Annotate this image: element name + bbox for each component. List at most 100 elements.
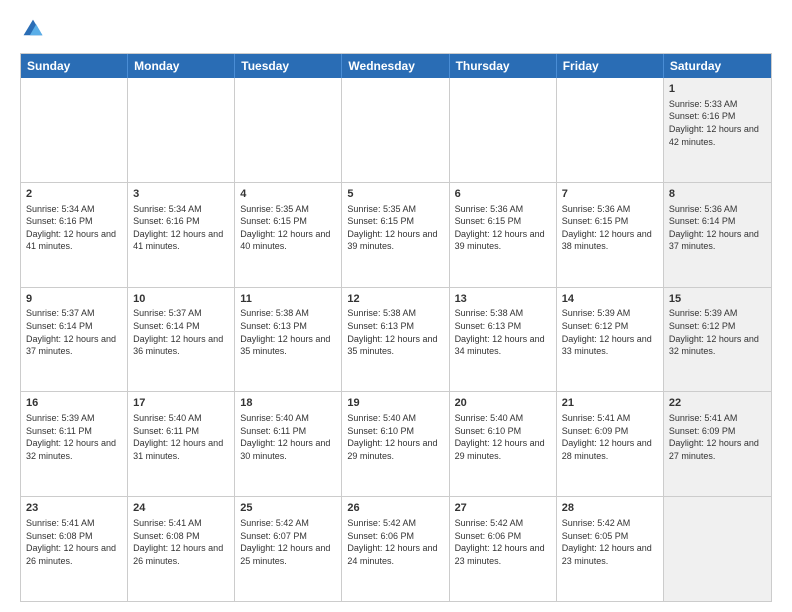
day-number: 9 — [26, 292, 122, 307]
day-number: 14 — [562, 292, 658, 307]
day-number: 15 — [669, 292, 766, 307]
header-day-thursday: Thursday — [450, 54, 557, 78]
header-day-wednesday: Wednesday — [342, 54, 449, 78]
day-info: Sunrise: 5:41 AM Sunset: 6:08 PM Dayligh… — [133, 517, 229, 567]
day-number: 28 — [562, 501, 658, 516]
day-info: Sunrise: 5:42 AM Sunset: 6:07 PM Dayligh… — [240, 517, 336, 567]
day-info: Sunrise: 5:40 AM Sunset: 6:11 PM Dayligh… — [133, 412, 229, 462]
calendar-body: 1Sunrise: 5:33 AM Sunset: 6:16 PM Daylig… — [21, 78, 771, 601]
calendar-row-3: 9Sunrise: 5:37 AM Sunset: 6:14 PM Daylig… — [21, 287, 771, 392]
day-info: Sunrise: 5:36 AM Sunset: 6:15 PM Dayligh… — [562, 203, 658, 253]
day-number: 19 — [347, 396, 443, 411]
calendar-cell: 12Sunrise: 5:38 AM Sunset: 6:13 PM Dayli… — [342, 288, 449, 392]
day-number: 2 — [26, 187, 122, 202]
day-info: Sunrise: 5:41 AM Sunset: 6:08 PM Dayligh… — [26, 517, 122, 567]
calendar-cell: 10Sunrise: 5:37 AM Sunset: 6:14 PM Dayli… — [128, 288, 235, 392]
calendar-cell: 9Sunrise: 5:37 AM Sunset: 6:14 PM Daylig… — [21, 288, 128, 392]
calendar-cell: 25Sunrise: 5:42 AM Sunset: 6:07 PM Dayli… — [235, 497, 342, 601]
day-number: 3 — [133, 187, 229, 202]
calendar-cell: 6Sunrise: 5:36 AM Sunset: 6:15 PM Daylig… — [450, 183, 557, 287]
calendar-cell: 16Sunrise: 5:39 AM Sunset: 6:11 PM Dayli… — [21, 392, 128, 496]
day-number: 27 — [455, 501, 551, 516]
calendar-cell: 2Sunrise: 5:34 AM Sunset: 6:16 PM Daylig… — [21, 183, 128, 287]
day-info: Sunrise: 5:39 AM Sunset: 6:12 PM Dayligh… — [669, 307, 766, 357]
calendar-cell: 15Sunrise: 5:39 AM Sunset: 6:12 PM Dayli… — [664, 288, 771, 392]
calendar-cell: 24Sunrise: 5:41 AM Sunset: 6:08 PM Dayli… — [128, 497, 235, 601]
day-info: Sunrise: 5:36 AM Sunset: 6:14 PM Dayligh… — [669, 203, 766, 253]
calendar-cell: 7Sunrise: 5:36 AM Sunset: 6:15 PM Daylig… — [557, 183, 664, 287]
calendar-row-2: 2Sunrise: 5:34 AM Sunset: 6:16 PM Daylig… — [21, 182, 771, 287]
day-number: 26 — [347, 501, 443, 516]
day-info: Sunrise: 5:39 AM Sunset: 6:11 PM Dayligh… — [26, 412, 122, 462]
header-day-friday: Friday — [557, 54, 664, 78]
header-day-tuesday: Tuesday — [235, 54, 342, 78]
logo — [20, 18, 44, 45]
calendar-cell: 1Sunrise: 5:33 AM Sunset: 6:16 PM Daylig… — [664, 78, 771, 182]
calendar-cell: 19Sunrise: 5:40 AM Sunset: 6:10 PM Dayli… — [342, 392, 449, 496]
day-number: 21 — [562, 396, 658, 411]
calendar-page: SundayMondayTuesdayWednesdayThursdayFrid… — [0, 0, 792, 612]
day-number: 8 — [669, 187, 766, 202]
calendar-cell: 3Sunrise: 5:34 AM Sunset: 6:16 PM Daylig… — [128, 183, 235, 287]
calendar-cell — [235, 78, 342, 182]
day-info: Sunrise: 5:33 AM Sunset: 6:16 PM Dayligh… — [669, 98, 766, 148]
calendar-cell — [21, 78, 128, 182]
calendar: SundayMondayTuesdayWednesdayThursdayFrid… — [20, 53, 772, 602]
day-info: Sunrise: 5:34 AM Sunset: 6:16 PM Dayligh… — [26, 203, 122, 253]
logo-icon — [22, 18, 44, 40]
page-header — [20, 18, 772, 45]
day-number: 1 — [669, 82, 766, 97]
header-day-monday: Monday — [128, 54, 235, 78]
day-info: Sunrise: 5:37 AM Sunset: 6:14 PM Dayligh… — [133, 307, 229, 357]
calendar-cell: 18Sunrise: 5:40 AM Sunset: 6:11 PM Dayli… — [235, 392, 342, 496]
day-info: Sunrise: 5:38 AM Sunset: 6:13 PM Dayligh… — [240, 307, 336, 357]
day-number: 22 — [669, 396, 766, 411]
day-number: 4 — [240, 187, 336, 202]
calendar-cell: 21Sunrise: 5:41 AM Sunset: 6:09 PM Dayli… — [557, 392, 664, 496]
day-info: Sunrise: 5:38 AM Sunset: 6:13 PM Dayligh… — [455, 307, 551, 357]
day-number: 25 — [240, 501, 336, 516]
day-number: 11 — [240, 292, 336, 307]
calendar-cell — [342, 78, 449, 182]
calendar-cell: 27Sunrise: 5:42 AM Sunset: 6:06 PM Dayli… — [450, 497, 557, 601]
calendar-cell: 23Sunrise: 5:41 AM Sunset: 6:08 PM Dayli… — [21, 497, 128, 601]
header-day-saturday: Saturday — [664, 54, 771, 78]
calendar-cell: 13Sunrise: 5:38 AM Sunset: 6:13 PM Dayli… — [450, 288, 557, 392]
day-number: 13 — [455, 292, 551, 307]
calendar-cell: 8Sunrise: 5:36 AM Sunset: 6:14 PM Daylig… — [664, 183, 771, 287]
day-number: 20 — [455, 396, 551, 411]
header-day-sunday: Sunday — [21, 54, 128, 78]
day-number: 24 — [133, 501, 229, 516]
calendar-cell — [557, 78, 664, 182]
day-info: Sunrise: 5:42 AM Sunset: 6:05 PM Dayligh… — [562, 517, 658, 567]
calendar-cell — [664, 497, 771, 601]
day-info: Sunrise: 5:37 AM Sunset: 6:14 PM Dayligh… — [26, 307, 122, 357]
day-number: 10 — [133, 292, 229, 307]
day-number: 17 — [133, 396, 229, 411]
day-info: Sunrise: 5:39 AM Sunset: 6:12 PM Dayligh… — [562, 307, 658, 357]
day-info: Sunrise: 5:40 AM Sunset: 6:10 PM Dayligh… — [347, 412, 443, 462]
calendar-row-5: 23Sunrise: 5:41 AM Sunset: 6:08 PM Dayli… — [21, 496, 771, 601]
calendar-cell: 5Sunrise: 5:35 AM Sunset: 6:15 PM Daylig… — [342, 183, 449, 287]
day-info: Sunrise: 5:40 AM Sunset: 6:10 PM Dayligh… — [455, 412, 551, 462]
day-info: Sunrise: 5:41 AM Sunset: 6:09 PM Dayligh… — [562, 412, 658, 462]
calendar-row-1: 1Sunrise: 5:33 AM Sunset: 6:16 PM Daylig… — [21, 78, 771, 182]
calendar-cell: 26Sunrise: 5:42 AM Sunset: 6:06 PM Dayli… — [342, 497, 449, 601]
calendar-cell: 4Sunrise: 5:35 AM Sunset: 6:15 PM Daylig… — [235, 183, 342, 287]
calendar-cell — [128, 78, 235, 182]
day-info: Sunrise: 5:34 AM Sunset: 6:16 PM Dayligh… — [133, 203, 229, 253]
calendar-cell — [450, 78, 557, 182]
day-info: Sunrise: 5:36 AM Sunset: 6:15 PM Dayligh… — [455, 203, 551, 253]
day-info: Sunrise: 5:35 AM Sunset: 6:15 PM Dayligh… — [347, 203, 443, 253]
calendar-cell: 22Sunrise: 5:41 AM Sunset: 6:09 PM Dayli… — [664, 392, 771, 496]
day-info: Sunrise: 5:38 AM Sunset: 6:13 PM Dayligh… — [347, 307, 443, 357]
day-number: 12 — [347, 292, 443, 307]
calendar-cell: 17Sunrise: 5:40 AM Sunset: 6:11 PM Dayli… — [128, 392, 235, 496]
day-number: 6 — [455, 187, 551, 202]
day-info: Sunrise: 5:40 AM Sunset: 6:11 PM Dayligh… — [240, 412, 336, 462]
day-number: 23 — [26, 501, 122, 516]
day-info: Sunrise: 5:42 AM Sunset: 6:06 PM Dayligh… — [347, 517, 443, 567]
day-info: Sunrise: 5:35 AM Sunset: 6:15 PM Dayligh… — [240, 203, 336, 253]
day-number: 5 — [347, 187, 443, 202]
day-info: Sunrise: 5:41 AM Sunset: 6:09 PM Dayligh… — [669, 412, 766, 462]
